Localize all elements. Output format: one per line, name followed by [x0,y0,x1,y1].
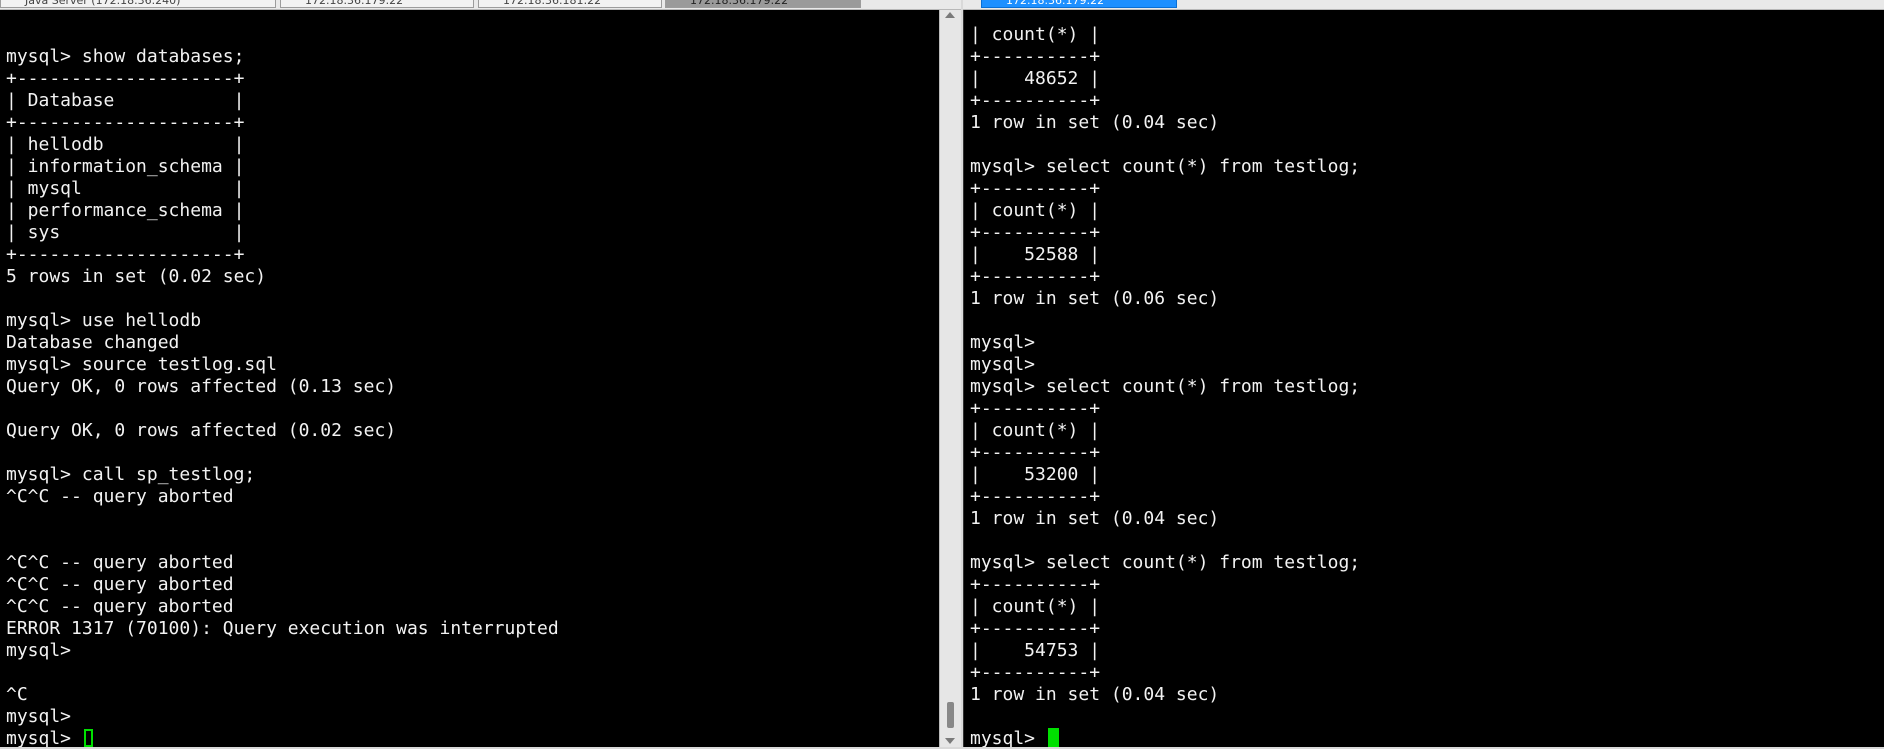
terminal-line: +----------+ [970,574,1101,595]
terminal-line: | 53200 | [970,464,1101,485]
terminal-line: 1 row in set (0.04 sec) [970,508,1220,529]
terminal-line: +----------+ [970,178,1101,199]
terminal-line: ^C^C -- query aborted [6,486,234,507]
session-tab-179[interactable]: 172.18.36.179:22 [280,0,474,8]
terminal-prompt-line[interactable]: mysql> [6,728,559,747]
terminal-line: +----------+ [970,90,1101,111]
terminal-line: 5 rows in set (0.02 sec) [6,266,267,287]
text-cursor [83,729,93,747]
terminal-line: 1 row in set (0.06 sec) [970,288,1220,309]
terminal-line: Query OK, 0 rows affected (0.02 sec) [6,420,397,441]
terminal-prompt-line[interactable]: mysql> [970,728,1360,747]
prompt-text: mysql> [970,728,1046,747]
terminal-line: +----------+ [970,398,1101,419]
left-terminal-output: mysql> show databases; +-----------------… [6,46,559,747]
terminal-line: mysql> select count(*) from testlog; [970,376,1361,397]
terminal-line: | count(*) | [970,24,1101,45]
terminal-line: +--------------------+ [6,112,245,133]
terminal-line: | 48652 | [970,68,1101,89]
terminal-line: +----------+ [970,46,1101,67]
terminal-line: 1 row in set (0.04 sec) [970,112,1220,133]
terminal-line: ^C [6,684,28,705]
terminal-line: mysql> use hellodb [6,310,202,331]
terminal-line: +--------------------+ [6,244,245,265]
scroll-thumb[interactable] [947,702,954,728]
terminal-line: +----------+ [970,486,1101,507]
terminal-line: | mysql | [6,178,245,199]
terminal-line: mysql> [970,354,1036,375]
terminal-line: | sys | [6,222,245,243]
terminal-line: | count(*) | [970,420,1101,441]
session-tab-179-selected[interactable]: 172.18.36.179:22 [665,0,861,8]
terminal-line: | 54753 | [970,640,1101,661]
terminal-line: +----------+ [970,662,1101,683]
right-terminal-pane[interactable]: | count(*) | +----------+ | 48652 | +------… [963,10,1884,747]
scroll-up-arrow-icon[interactable] [945,12,955,18]
prompt-text: mysql> [6,728,82,747]
terminal-line: mysql> [6,706,72,727]
terminal-line: | 52588 | [970,244,1101,265]
terminal-line: | performance_schema | [6,200,245,221]
terminal-line: +----------+ [970,222,1101,243]
terminal-line: +--------------------+ [6,68,245,89]
terminal-line: | information_schema | [6,156,245,177]
terminal-line: | hellodb | [6,134,245,155]
left-tab-strip: Java Server (172.18.36.240) 172.18.36.17… [0,0,961,10]
terminal-line: mysql> [970,332,1036,353]
right-tab-strip: 172.18.36.179:22 [963,0,1884,10]
left-terminal-pane[interactable]: mysql> show databases; +-----------------… [0,10,939,747]
right-terminal-output: | count(*) | +----------+ | 48652 | +------… [970,24,1360,747]
terminal-line: mysql> [6,640,72,661]
terminal-line: +----------+ [970,266,1101,287]
terminal-line: mysql> show databases; [6,46,245,67]
terminal-line: Database changed [6,332,180,353]
terminal-line: mysql> select count(*) from testlog; [970,156,1361,177]
terminal-line: | count(*) | [970,596,1101,617]
terminal-line: 1 row in set (0.04 sec) [970,684,1220,705]
terminal-line: | Database | [6,90,245,111]
session-tab-179-active[interactable]: 172.18.36.179:22 [981,0,1177,8]
terminal-line: ^C^C -- query aborted [6,574,234,595]
terminal-line: ERROR 1317 (70100): Query execution was … [6,618,559,639]
terminal-line: | count(*) | [970,200,1101,221]
terminal-line: +----------+ [970,442,1101,463]
terminal-line: mysql> call sp_testlog; [6,464,256,485]
session-tab-java-server[interactable]: Java Server (172.18.36.240) [0,0,276,8]
terminal-line: ^C^C -- query aborted [6,552,234,573]
terminal-line: ^C^C -- query aborted [6,596,234,617]
text-cursor [1047,728,1059,747]
terminal-line: mysql> source testlog.sql [6,354,277,375]
session-tab-181[interactable]: 172.18.36.181:22 [478,0,662,8]
terminal-line: mysql> select count(*) from testlog; [970,552,1361,573]
terminal-line: +----------+ [970,618,1101,639]
terminal-line: Query OK, 0 rows affected (0.13 sec) [6,376,397,397]
scroll-down-arrow-icon[interactable] [945,738,955,744]
left-terminal-scrollbar[interactable] [939,10,961,747]
